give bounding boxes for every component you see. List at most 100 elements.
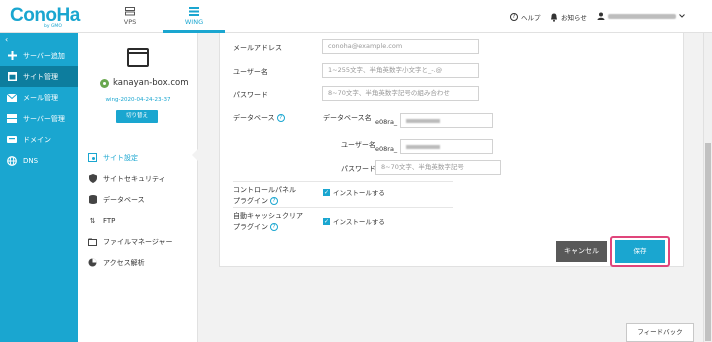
tab-wing-label: WING xyxy=(184,18,204,26)
logo-byline: by GMO xyxy=(44,24,62,29)
sidebar-item-label: サーバー追加 xyxy=(23,51,65,60)
help-icon[interactable]: ? xyxy=(270,223,278,231)
username-label: ユーザー名 xyxy=(233,68,268,76)
scrollbar-thumb[interactable] xyxy=(705,143,711,341)
sidebar-item-label: DNS xyxy=(23,156,39,165)
ftp-icon: ⇅ xyxy=(89,216,96,225)
bell-icon xyxy=(551,13,557,22)
chevron-down-icon xyxy=(679,14,685,18)
main-sidebar: ‹ サーバー追加 サイト管理 メール管理 サーバー管理 ドメイン DNS xyxy=(0,33,78,342)
domain-icon xyxy=(7,135,17,145)
email-label: メールアドレス xyxy=(233,44,282,52)
site-name: kanayan-box.com xyxy=(100,78,189,88)
help-icon[interactable]: ? xyxy=(270,197,278,205)
cancel-button[interactable]: キャンセル xyxy=(556,241,607,262)
control-panel-install-toggle[interactable]: ✓ インストールする xyxy=(323,187,385,197)
sidebar-item-add-server[interactable]: サーバー追加 xyxy=(0,45,78,66)
sidebar-item-domain[interactable]: ドメイン xyxy=(0,129,78,150)
notice-label: お知らせ xyxy=(561,14,587,22)
db-user-redacted xyxy=(406,145,440,149)
control-panel-label-line1: コントロールパネル xyxy=(233,186,296,194)
server-icon xyxy=(125,7,135,16)
control-panel-label-line2: プラグイン? xyxy=(233,196,296,207)
active-pointer xyxy=(192,149,198,161)
sidebar-item-label: メール管理 xyxy=(23,93,58,102)
sidebar-item-label: サイト管理 xyxy=(23,72,58,81)
subnav-label: アクセス解析 xyxy=(103,258,145,267)
db-name-prefix: e08ra_ xyxy=(375,118,398,126)
subnav-label: サイトセキュリティ xyxy=(103,174,166,183)
account-menu[interactable] xyxy=(597,12,685,20)
mail-icon xyxy=(7,93,17,103)
sidebar-item-label: ドメイン xyxy=(23,135,51,144)
subnav-label: ファイルマネージャー xyxy=(103,237,173,246)
subnav-label: FTP xyxy=(103,216,116,225)
tab-vps[interactable]: VPS xyxy=(99,0,161,33)
help-link[interactable]: ? ヘルプ xyxy=(510,12,541,22)
shield-icon xyxy=(88,174,97,183)
sidebar-item-dns[interactable]: DNS xyxy=(0,150,78,171)
notice-link[interactable]: お知らせ xyxy=(550,12,587,22)
site-icon xyxy=(7,72,17,82)
username-field[interactable]: 1~255文字、半角英数字小文字と_-.@ xyxy=(322,63,479,78)
feedback-button[interactable]: フィードバック xyxy=(626,323,694,342)
username-redacted xyxy=(608,13,676,19)
sidebar-item-label: サーバー管理 xyxy=(23,114,65,123)
site-name-text: kanayan-box.com xyxy=(113,78,189,88)
plus-icon xyxy=(7,51,17,61)
database-icon xyxy=(88,195,97,204)
checkbox-label: インストールする xyxy=(333,218,385,226)
tab-wing[interactable]: WING xyxy=(163,0,225,33)
autocache-label-line1: 自動キャッシュクリア xyxy=(233,212,303,220)
help-label: ヘルプ xyxy=(521,14,541,22)
page-scrollbar[interactable] xyxy=(703,33,712,342)
sidebar-item-mail[interactable]: メール管理 xyxy=(0,87,78,108)
site-settings-icon xyxy=(88,153,97,162)
status-ok-icon xyxy=(100,78,109,88)
divider xyxy=(233,207,453,208)
subnav-label: データベース xyxy=(103,195,145,204)
folder-icon xyxy=(88,237,97,246)
db-name-field[interactable] xyxy=(400,113,493,128)
pie-chart-icon xyxy=(88,258,97,267)
email-field[interactable]: conoha@example.com xyxy=(322,39,479,54)
help-icon: ? xyxy=(510,13,518,21)
conoha-logo[interactable]: ConoHa by GMO xyxy=(10,5,80,29)
sidebar-item-site-management[interactable]: サイト管理 xyxy=(0,66,78,87)
subnav-file-manager[interactable]: ファイルマネージャー xyxy=(78,231,198,252)
save-button[interactable]: 保存 xyxy=(615,240,665,263)
top-header: ConoHa by GMO VPS WING ? ヘルプ お知らせ xyxy=(0,0,712,33)
subnav-site-security[interactable]: サイトセキュリティ xyxy=(78,168,198,189)
checkbox-checked[interactable]: ✓ xyxy=(323,188,330,196)
wing-icon xyxy=(189,7,199,16)
site-subnav-panel: kanayan-box.com wing-2020-04-24-23-37 切り… xyxy=(78,33,198,342)
password-label: パスワード xyxy=(233,91,268,99)
switch-site-button[interactable]: 切り替え xyxy=(116,110,158,123)
database-label-text: データベース xyxy=(233,114,275,122)
db-user-prefix: e08ra_ xyxy=(375,145,398,153)
tab-vps-label: VPS xyxy=(123,18,137,26)
subnav-ftp[interactable]: ⇅ FTP xyxy=(78,210,198,231)
checkbox-label: インストールする xyxy=(333,189,385,197)
control-panel-plugin-label: コントロールパネル プラグイン? xyxy=(233,185,296,207)
subnav-database[interactable]: データベース xyxy=(78,189,198,210)
database-label: データベース? xyxy=(233,113,285,123)
db-user-field[interactable] xyxy=(400,139,493,154)
checkbox-checked[interactable]: ✓ xyxy=(323,217,330,225)
user-icon xyxy=(597,12,605,20)
db-name-label: データベース名 xyxy=(323,114,372,122)
password-field[interactable]: 8~70文字、半角英数字記号の組み合わせ xyxy=(322,86,479,101)
subnav-label: サイト設定 xyxy=(103,153,138,162)
website-icon xyxy=(127,48,149,67)
db-password-field[interactable]: 8~70文字、半角英数字記号 xyxy=(375,160,501,175)
db-password-label: パスワード xyxy=(341,165,376,173)
site-id: wing-2020-04-24-23-37 xyxy=(105,97,171,103)
autocache-install-toggle[interactable]: ✓ インストールする xyxy=(323,216,385,226)
collapse-chevron-icon[interactable]: ‹ xyxy=(5,35,8,44)
autocache-label-line2: プラグイン? xyxy=(233,222,303,233)
sidebar-item-server[interactable]: サーバー管理 xyxy=(0,108,78,129)
globe-icon xyxy=(7,155,17,166)
subnav-access-analytics[interactable]: アクセス解析 xyxy=(78,252,198,273)
help-icon[interactable]: ? xyxy=(276,114,285,122)
subnav-site-settings[interactable]: サイト設定 xyxy=(78,147,198,168)
